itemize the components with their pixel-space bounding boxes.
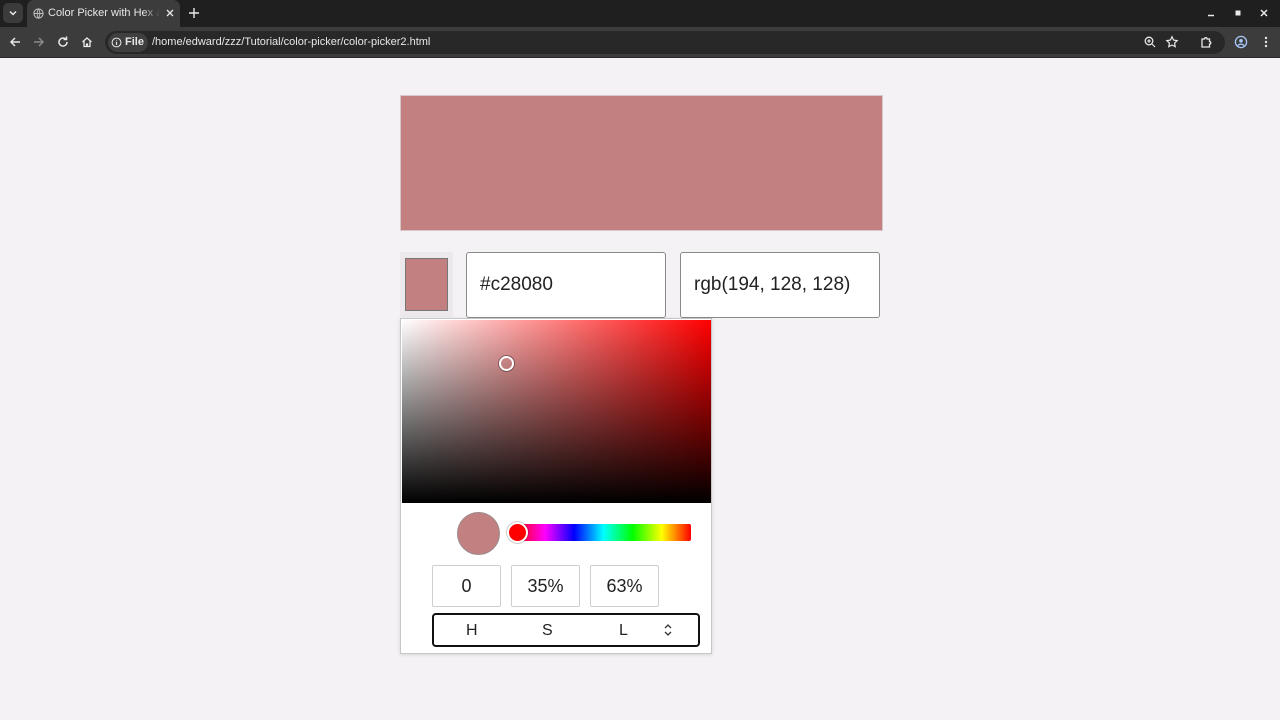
color-picker-popup: H S L [400,318,712,654]
address-bar[interactable]: File /home/edward/zzz/Tutorial/color-pic… [105,31,1225,54]
hue-slider-thumb[interactable] [507,522,528,543]
format-label-h: H [466,622,478,639]
chevron-down-icon [9,10,17,16]
browser-tab-active[interactable]: Color Picker with Hex & RGB [27,0,180,27]
tab-search-button[interactable] [3,3,23,23]
new-tab-plus-icon[interactable] [187,6,201,20]
browser-toolbar: File /home/edward/zzz/Tutorial/color-pic… [0,27,1280,58]
url-text: /home/edward/zzz/Tutorial/color-picker/c… [152,36,431,48]
close-icon[interactable] [164,7,176,19]
color-preview-banner [400,95,883,231]
window-close-icon[interactable] [1258,7,1270,19]
hue-value-input[interactable] [432,565,501,607]
back-arrow-icon[interactable] [8,35,22,49]
bookmark-star-icon[interactable] [1165,35,1179,49]
up-down-arrows-icon[interactable] [663,623,673,637]
hex-input[interactable] [466,252,666,318]
globe-icon [33,8,44,19]
profile-avatar-icon[interactable] [1234,35,1248,49]
format-label-l: L [619,622,628,639]
format-label-s: S [542,622,553,639]
lightness-value-input[interactable] [590,565,659,607]
home-icon[interactable] [80,35,94,49]
saturation-handle[interactable] [499,356,514,371]
extensions-puzzle-icon[interactable] [1199,35,1213,49]
minimize-icon[interactable] [1205,7,1217,19]
more-menu-icon[interactable] [1259,35,1273,49]
info-icon [111,37,122,48]
saturation-lightness-area[interactable] [402,320,711,503]
browser-tab-strip: Color Picker with Hex & RGB [0,0,1280,27]
site-info-chip[interactable]: File [108,33,148,52]
color-swatch [405,258,448,311]
scheme-label: File [125,36,144,48]
maximize-icon[interactable] [1232,7,1244,19]
color-format-toggle[interactable]: H S L [432,613,700,647]
hue-slider[interactable] [507,522,691,543]
rgb-input[interactable] [680,252,880,318]
black-gradient-layer [402,320,711,503]
zoom-icon[interactable] [1143,35,1157,49]
tab-title: Color Picker with Hex & RGB [48,7,160,19]
color-input-swatch-button[interactable] [400,252,453,317]
current-color-preview [457,512,500,555]
saturation-value-input[interactable] [511,565,580,607]
reload-icon[interactable] [56,35,70,49]
forward-arrow-icon[interactable] [32,35,46,49]
